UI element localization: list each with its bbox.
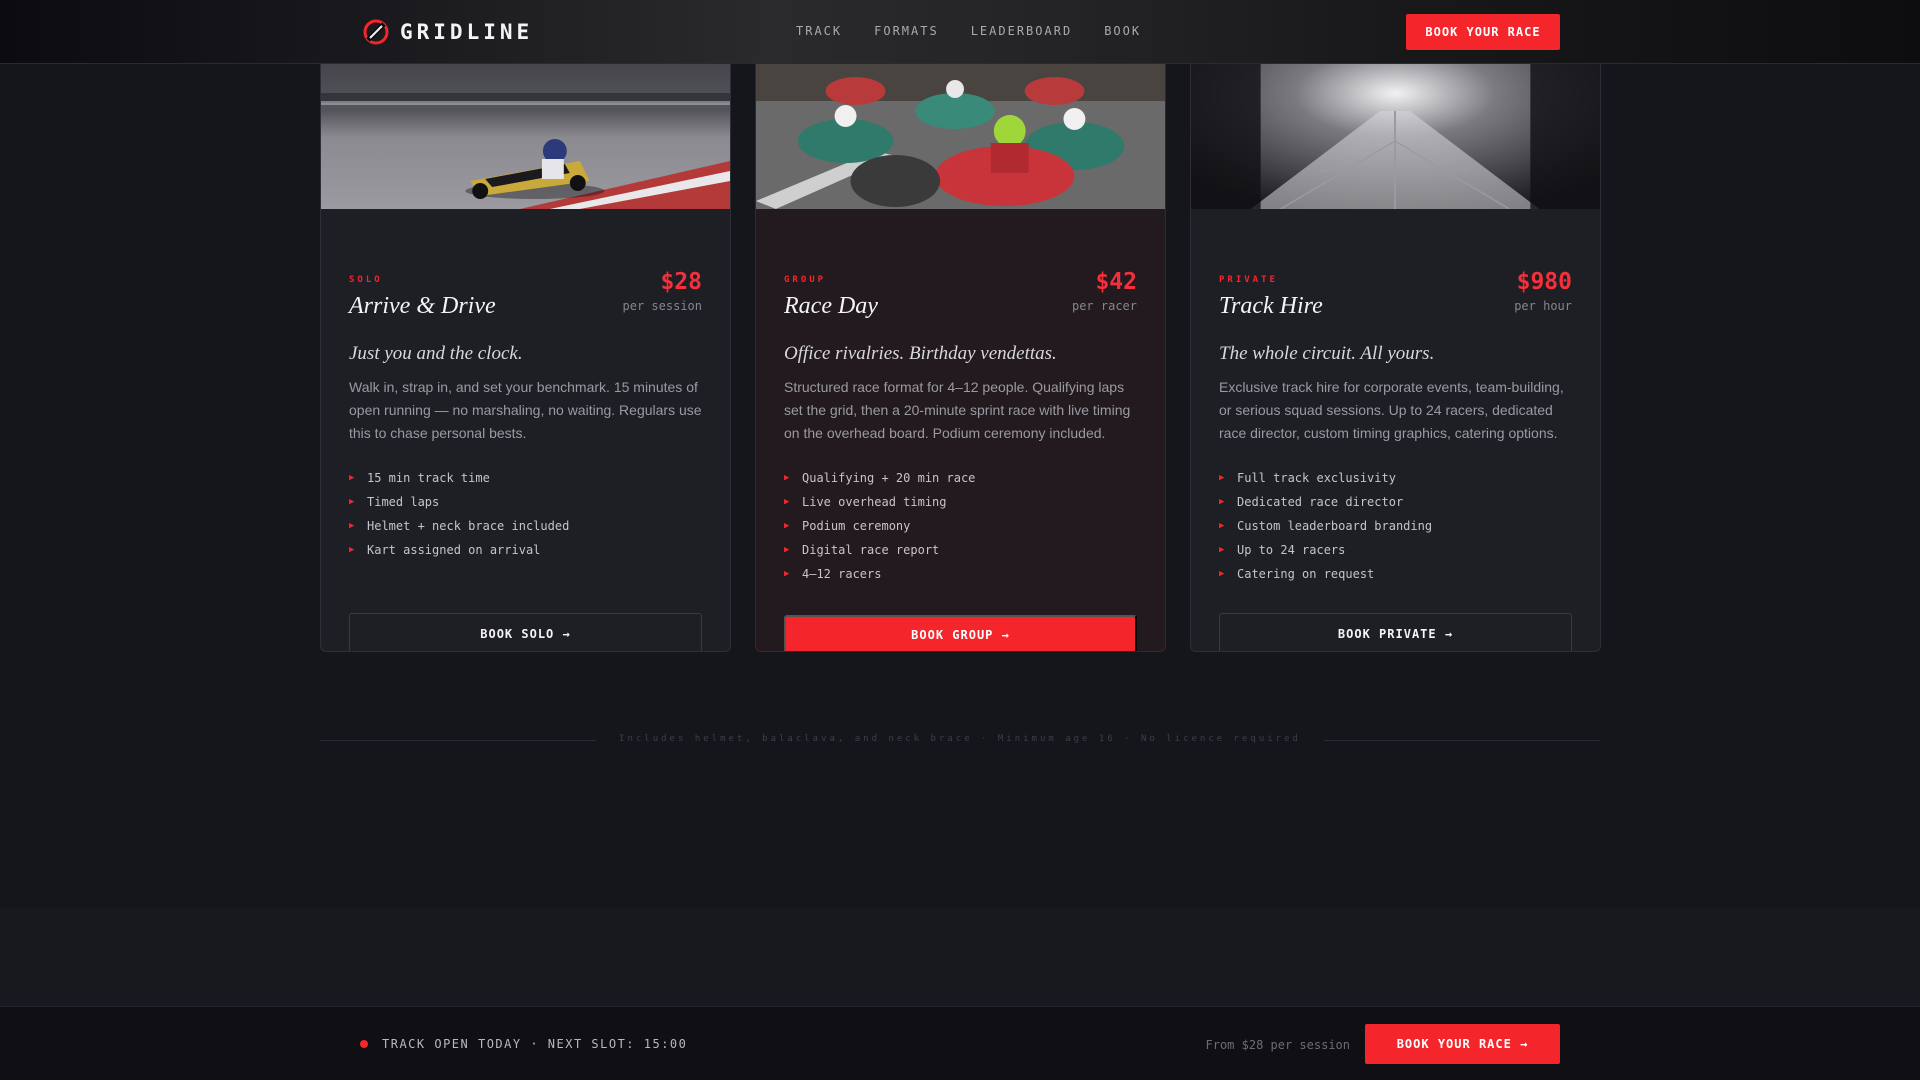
- card-tagline: Office rivalries. Birthday vendettas.: [784, 343, 1057, 364]
- book-solo-button[interactable]: BOOK SOLO →: [349, 613, 702, 651]
- status-dot-icon: [360, 1040, 368, 1048]
- solo-card-body: SOLO Arrive & Drive $28 per session Just…: [349, 209, 702, 651]
- from-price-text: From $28 per session: [1205, 1038, 1351, 1052]
- card-price: $42: [1095, 269, 1137, 295]
- card-solo: SOLO Arrive & Drive $28 per session Just…: [320, 30, 731, 652]
- list-item: ▶ 15 min track time: [349, 471, 490, 485]
- card-tag: SOLO: [349, 275, 383, 285]
- triangle-bullet-icon: ▶: [784, 545, 790, 555]
- list-item: ▶ 4–12 racers: [784, 567, 882, 581]
- card-private: PRIVATE Track Hire $980 per hour The who…: [1190, 30, 1601, 652]
- triangle-bullet-icon: ▶: [1219, 545, 1225, 555]
- card-tagline: Just you and the clock.: [349, 343, 523, 364]
- list-item: ▶ Custom leaderboard branding: [1219, 519, 1433, 533]
- book-group-button[interactable]: BOOK GROUP →: [784, 615, 1137, 651]
- triangle-bullet-icon: ▶: [349, 497, 355, 507]
- list-item: ▶ Full track exclusivity: [1219, 471, 1396, 485]
- nav-formats[interactable]: FORMATS: [874, 24, 939, 38]
- triangle-bullet-icon: ▶: [1219, 521, 1225, 531]
- triangle-bullet-icon: ▶: [349, 545, 355, 555]
- divider-right: [1324, 740, 1600, 741]
- nav-leaderboard[interactable]: LEADERBOARD: [971, 24, 1072, 38]
- list-item: ▶ Up to 24 racers: [1219, 543, 1346, 557]
- track-status: TRACK OPEN TODAY · NEXT SLOT: 15:00: [360, 1037, 687, 1051]
- lower-band: [0, 908, 1920, 1006]
- private-card-body: PRIVATE Track Hire $980 per hour The who…: [1219, 209, 1572, 651]
- site-header: GRIDLINE TRACK FORMATS LEADERBOARD BOOK …: [0, 0, 1920, 64]
- triangle-bullet-icon: ▶: [784, 569, 790, 579]
- card-price-unit: per racer: [1071, 299, 1137, 313]
- includes-note: Includes helmet, balaclava, and neck bra…: [619, 734, 1301, 744]
- group-card-body: GROUP Race Day $42 per racer Office riva…: [784, 209, 1137, 651]
- card-description: Exclusive track hire for corporate event…: [1219, 379, 1564, 441]
- list-item: ▶ Digital race report: [784, 543, 940, 557]
- brand-name: GRIDLINE: [400, 20, 534, 44]
- gridline-logo-icon: [363, 19, 389, 45]
- card-price: $28: [660, 269, 702, 295]
- triangle-bullet-icon: ▶: [784, 521, 790, 531]
- list-item: ▶ Timed laps: [349, 495, 440, 509]
- divider-left: [320, 740, 596, 741]
- card-tagline: The whole circuit. All yours.: [1219, 343, 1435, 364]
- bottom-book-button[interactable]: BOOK YOUR RACE →: [1365, 1024, 1560, 1064]
- card-price: $980: [1516, 269, 1572, 295]
- card-title: Race Day: [784, 293, 878, 319]
- triangle-bullet-icon: ▶: [1219, 569, 1225, 579]
- card-tag: PRIVATE: [1219, 275, 1278, 285]
- list-item: ▶ Helmet + neck brace included: [349, 519, 570, 533]
- card-feature-list: ▶ 15 min track time ▶ Timed laps ▶ Helmet +…: [349, 466, 569, 562]
- track-status-text: TRACK OPEN TODAY · NEXT SLOT: 15:00: [382, 1037, 688, 1051]
- nav-book[interactable]: BOOK: [1104, 24, 1141, 38]
- sticky-booking-bar: TRACK OPEN TODAY · NEXT SLOT: 15:00 From…: [0, 1006, 1920, 1080]
- card-title: Arrive & Drive: [349, 293, 496, 319]
- brand-logo[interactable]: GRIDLINE: [362, 18, 533, 46]
- list-item: ▶ Catering on request: [1219, 567, 1375, 581]
- card-title: Track Hire: [1219, 293, 1323, 319]
- triangle-bullet-icon: ▶: [784, 497, 790, 507]
- list-item: ▶ Podium ceremony: [784, 519, 911, 533]
- list-item: ▶ Dedicated race director: [1219, 495, 1404, 509]
- card-tag: GROUP: [784, 275, 827, 285]
- book-private-button[interactable]: BOOK PRIVATE →: [1219, 613, 1572, 651]
- card-feature-list: ▶ Full track exclusivity ▶ Dedicated race …: [1219, 466, 1432, 586]
- triangle-bullet-icon: ▶: [349, 521, 355, 531]
- triangle-bullet-icon: ▶: [784, 473, 790, 483]
- triangle-bullet-icon: ▶: [349, 473, 355, 483]
- card-group: GROUP Race Day $42 per racer Office riva…: [755, 30, 1166, 652]
- card-feature-list: ▶ Qualifying + 20 min race ▶ Live overhead…: [784, 466, 975, 586]
- card-price-unit: per session: [622, 299, 702, 313]
- card-description: Walk in, strap in, and set your benchmar…: [349, 379, 702, 441]
- main-nav: TRACK FORMATS LEADERBOARD BOOK: [796, 24, 1141, 38]
- nav-track[interactable]: TRACK: [796, 24, 842, 38]
- card-description: Structured race format for 4–12 people. …: [784, 379, 1131, 441]
- triangle-bullet-icon: ▶: [1219, 497, 1225, 507]
- header-book-button[interactable]: BOOK YOUR RACE: [1406, 14, 1560, 50]
- list-item: ▶ Qualifying + 20 min race: [784, 471, 976, 485]
- triangle-bullet-icon: ▶: [1219, 473, 1225, 483]
- list-item: ▶ Live overhead timing: [784, 495, 947, 509]
- card-price-unit: per hour: [1514, 299, 1572, 313]
- list-item: ▶ Kart assigned on arrival: [349, 543, 541, 557]
